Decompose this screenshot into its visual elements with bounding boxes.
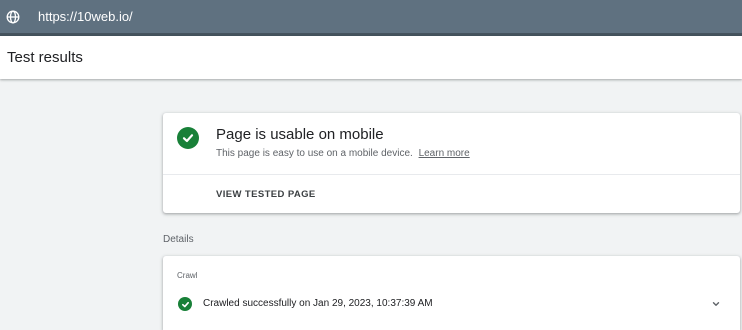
check-circle-icon — [177, 127, 199, 149]
result-title: Page is usable on mobile — [216, 126, 384, 143]
page-header: Test results — [0, 36, 742, 79]
crawl-status: Crawled successfully on Jan 29, 2023, 10… — [203, 298, 433, 309]
details-heading: Details — [163, 234, 194, 245]
result-description-text: This page is easy to use on a mobile dev… — [216, 148, 413, 159]
check-circle-icon — [178, 297, 192, 311]
globe-icon — [6, 10, 20, 24]
page-title: Test results — [7, 49, 83, 66]
mobile-usability-card: Page is usable on mobile This page is ea… — [163, 113, 740, 213]
tested-url: https://10web.io/ — [38, 9, 133, 24]
learn-more-link[interactable]: Learn more — [419, 148, 470, 159]
address-bar: https://10web.io/ — [0, 0, 742, 36]
chevron-down-icon[interactable] — [710, 298, 722, 310]
crawl-label: Crawl — [177, 271, 198, 280]
card-divider — [163, 174, 740, 175]
crawl-card[interactable]: Crawl Crawled successfully on Jan 29, 20… — [163, 256, 740, 330]
view-tested-page-button[interactable]: VIEW TESTED PAGE — [216, 189, 316, 200]
result-description: This page is easy to use on a mobile dev… — [216, 148, 470, 159]
